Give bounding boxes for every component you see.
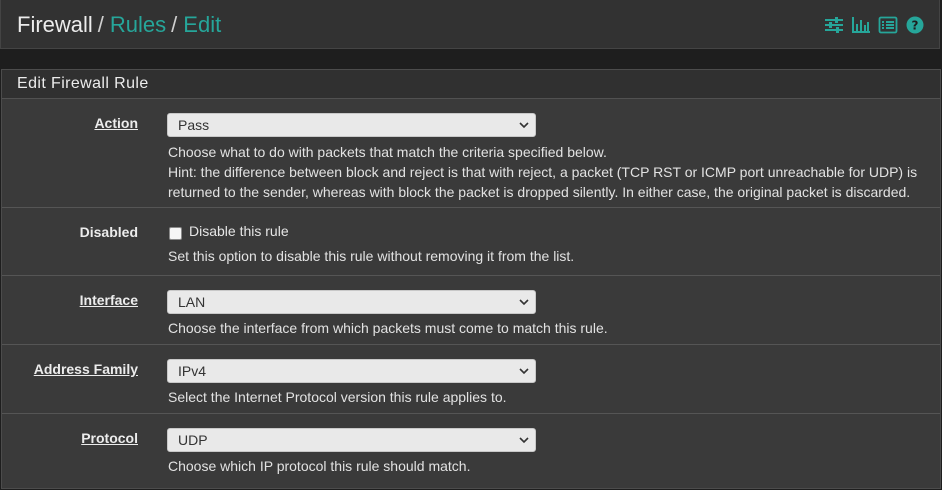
protocol-select[interactable]: UDP — [167, 428, 536, 452]
protocol-label[interactable]: Protocol — [81, 430, 138, 446]
address-family-select-value: IPv4 — [178, 363, 207, 379]
protocol-help: Choose which IP protocol this rule shoul… — [168, 458, 471, 474]
toolbar-icons: ? — [824, 16, 925, 34]
action-hint-text: Hint: the difference between block and r… — [168, 164, 918, 200]
protocol-select-value: UDP — [178, 432, 208, 448]
action-help: Choose what to do with packets that matc… — [168, 142, 928, 202]
disabled-label: Disabled — [79, 224, 138, 240]
breadcrumb-firewall: Firewall — [17, 12, 93, 37]
chevron-down-icon — [519, 437, 529, 444]
help-circle-icon[interactable]: ? — [905, 16, 925, 34]
action-row: Action Pass Choose what to do with packe… — [2, 99, 940, 208]
bar-chart-icon[interactable] — [851, 16, 871, 34]
address-family-label[interactable]: Address Family — [34, 361, 138, 377]
disable-rule-checkbox-label[interactable]: Disable this rule — [189, 223, 289, 239]
interface-select[interactable]: LAN — [167, 290, 536, 314]
interface-select-value: LAN — [178, 294, 206, 310]
chevron-down-icon — [519, 299, 529, 306]
breadcrumb-separator: / — [97, 12, 104, 37]
breadcrumb-separator: / — [171, 12, 178, 37]
address-family-select[interactable]: IPv4 — [167, 359, 536, 383]
chevron-down-icon — [519, 368, 529, 375]
action-label[interactable]: Action — [94, 115, 138, 131]
breadcrumb-edit-link[interactable]: Edit — [183, 12, 221, 37]
svg-text:?: ? — [912, 19, 919, 33]
chevron-down-icon — [519, 122, 529, 129]
list-icon[interactable] — [878, 16, 898, 34]
sliders-icon[interactable] — [824, 16, 844, 34]
breadcrumb: Firewall / Rules / Edit — [17, 12, 221, 38]
interface-label[interactable]: Interface — [80, 292, 138, 308]
interface-row: Interface LAN Choose the interface from … — [2, 276, 940, 345]
breadcrumb-rules-link[interactable]: Rules — [110, 12, 166, 37]
address-family-row: Address Family IPv4 Select the Internet … — [2, 345, 940, 414]
edit-rule-panel: Edit Firewall Rule Action Pass Choose wh… — [1, 69, 941, 489]
action-select-value: Pass — [178, 117, 210, 133]
interface-help: Choose the interface from which packets … — [168, 320, 608, 336]
action-help-text: Choose what to do with packets that matc… — [168, 144, 607, 160]
address-family-help: Select the Internet Protocol version thi… — [168, 389, 507, 405]
top-header: Firewall / Rules / Edit ? — [0, 0, 940, 49]
action-select[interactable]: Pass — [167, 113, 536, 137]
disabled-help: Set this option to disable this rule wit… — [168, 248, 575, 264]
protocol-row: Protocol UDP Choose which IP protocol th… — [2, 414, 940, 490]
disable-rule-checkbox[interactable] — [169, 227, 182, 240]
panel-title: Edit Firewall Rule — [2, 70, 940, 99]
disabled-row: Disabled Disable this rule Set this opti… — [2, 208, 940, 276]
